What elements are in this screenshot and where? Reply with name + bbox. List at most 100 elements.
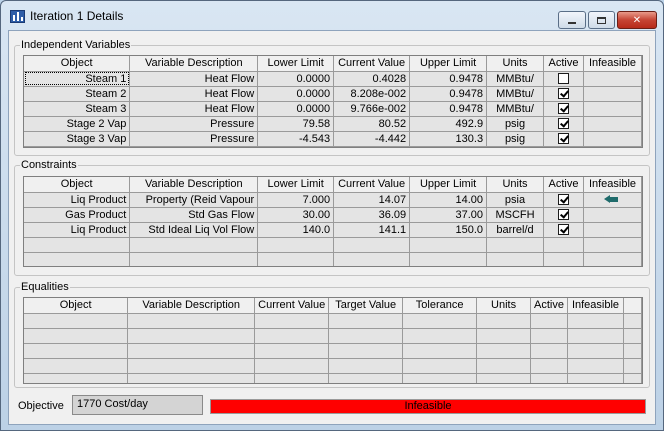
object-cell[interactable]: Gas Product <box>24 207 131 223</box>
table-row[interactable]: Liq Product Property (Reid Vapour 7.000 … <box>24 192 642 208</box>
object-cell[interactable]: Steam 2 <box>24 86 131 102</box>
table-row[interactable]: Gas Product Std Gas Flow 30.00 36.09 37.… <box>24 207 642 223</box>
upper-limit-cell[interactable]: 150.0 <box>409 222 488 238</box>
column-header-tolerance[interactable]: Tolerance <box>402 298 478 314</box>
active-cell[interactable] <box>543 222 584 238</box>
active-cell[interactable] <box>543 101 584 117</box>
objective-label: Objective <box>18 400 64 412</box>
lower-limit-cell[interactable]: 79.58 <box>257 116 335 132</box>
column-header-units[interactable]: Units <box>486 56 544 72</box>
units-cell: MMBtu/ <box>486 86 544 102</box>
equalities-legend: Equalities <box>20 280 70 294</box>
object-cell[interactable]: Stage 3 Vap <box>24 131 131 147</box>
upper-limit-cell[interactable]: 0.9478 <box>409 101 488 117</box>
active-checkbox[interactable] <box>557 194 569 206</box>
column-header-units[interactable]: Units <box>486 177 544 193</box>
current-value-cell: -4.442 <box>333 131 411 147</box>
equalities-grid[interactable]: Object Variable Description Current Valu… <box>23 297 643 384</box>
table-row[interactable]: Stage 2 Vap Pressure 79.58 80.52 492.9 p… <box>24 116 642 132</box>
empty-table-row <box>24 343 642 359</box>
upper-limit-cell[interactable]: 0.9478 <box>409 71 488 87</box>
title-bar[interactable]: Iteration 1 Details ✕ <box>1 1 663 29</box>
constraints-group: Constraints Object Variable Description … <box>14 158 650 276</box>
minimize-button[interactable] <box>558 11 586 29</box>
empty-table-row <box>24 313 642 329</box>
active-cell[interactable] <box>543 116 584 132</box>
maximize-button[interactable] <box>588 11 615 29</box>
active-checkbox[interactable] <box>557 209 569 221</box>
column-header-active[interactable]: Active <box>543 177 584 193</box>
column-header-lower-limit[interactable]: Lower Limit <box>257 177 335 193</box>
close-button[interactable]: ✕ <box>617 11 657 29</box>
table-row[interactable]: Steam 3 Heat Flow 0.0000 9.766e-002 0.94… <box>24 101 642 117</box>
upper-limit-cell[interactable]: 37.00 <box>409 207 488 223</box>
column-header-object[interactable]: Object <box>24 177 131 193</box>
description-cell: Std Ideal Liq Vol Flow <box>129 222 259 238</box>
upper-limit-cell[interactable]: 492.9 <box>409 116 488 132</box>
column-header-object[interactable]: Object <box>24 56 131 72</box>
units-cell: MMBtu/ <box>486 71 544 87</box>
active-checkbox[interactable] <box>557 103 569 115</box>
column-header-infeasible[interactable]: Infeasible <box>583 177 642 193</box>
lower-limit-cell[interactable]: 0.0000 <box>257 86 335 102</box>
table-row[interactable]: Stage 3 Vap Pressure -4.543 -4.442 130.3… <box>24 131 642 147</box>
object-cell[interactable]: Liq Product <box>24 222 131 238</box>
active-cell[interactable] <box>543 86 584 102</box>
upper-limit-cell[interactable]: 14.00 <box>409 192 488 208</box>
column-header-upper-limit[interactable]: Upper Limit <box>409 177 488 193</box>
units-cell: barrel/d <box>486 222 544 238</box>
column-header-variable-description[interactable]: Variable Description <box>129 177 259 193</box>
units-cell: psig <box>486 131 544 147</box>
current-value-cell: 0.4028 <box>333 71 411 87</box>
column-header-variable-description[interactable]: Variable Description <box>127 298 256 314</box>
constraints-table: Object Variable Description Lower Limit … <box>24 177 642 266</box>
upper-limit-cell[interactable]: 0.9478 <box>409 86 488 102</box>
table-row[interactable]: Liq Product Std Ideal Liq Vol Flow 140.0… <box>24 222 642 238</box>
description-cell: Std Gas Flow <box>129 207 259 223</box>
current-value-cell: 80.52 <box>333 116 411 132</box>
column-header-target-value[interactable]: Target Value <box>328 298 404 314</box>
column-header-variable-description[interactable]: Variable Description <box>129 56 259 72</box>
object-cell[interactable]: Liq Product <box>24 192 131 208</box>
current-value-cell: 14.07 <box>333 192 411 208</box>
table-row[interactable]: Steam 1 Heat Flow 0.0000 0.4028 0.9478 M… <box>24 71 642 87</box>
column-header-units[interactable]: Units <box>476 298 532 314</box>
lower-limit-cell[interactable]: 30.00 <box>257 207 335 223</box>
constraints-legend: Constraints <box>20 158 78 172</box>
active-cell[interactable] <box>543 192 584 208</box>
lower-limit-cell[interactable]: 140.0 <box>257 222 335 238</box>
table-row[interactable]: Steam 2 Heat Flow 0.0000 8.208e-002 0.94… <box>24 86 642 102</box>
active-checkbox[interactable] <box>557 88 569 100</box>
active-cell[interactable] <box>543 207 584 223</box>
units-cell: psia <box>486 192 544 208</box>
column-header-current-value[interactable]: Current Value <box>333 177 411 193</box>
active-checkbox[interactable] <box>557 118 569 130</box>
upper-limit-cell[interactable]: 130.3 <box>409 131 488 147</box>
active-cell[interactable] <box>543 131 584 147</box>
constraints-grid[interactable]: Object Variable Description Lower Limit … <box>23 176 643 267</box>
lower-limit-cell[interactable]: 0.0000 <box>257 101 335 117</box>
lower-limit-cell[interactable]: 0.0000 <box>257 71 335 87</box>
active-checkbox[interactable] <box>557 73 569 85</box>
lower-limit-cell[interactable]: 7.000 <box>257 192 335 208</box>
column-header-object[interactable]: Object <box>24 298 129 314</box>
empty-table-row <box>24 328 642 344</box>
active-checkbox[interactable] <box>557 224 569 236</box>
column-header-lower-limit[interactable]: Lower Limit <box>257 56 335 72</box>
object-cell[interactable]: Steam 3 <box>24 101 131 117</box>
independent-variables-grid[interactable]: Object Variable Description Lower Limit … <box>23 55 643 148</box>
active-cell[interactable] <box>543 71 584 87</box>
column-header-current-value[interactable]: Current Value <box>333 56 411 72</box>
column-header-active[interactable]: Active <box>530 298 568 314</box>
object-cell[interactable]: Steam 1 <box>24 71 131 87</box>
description-cell: Heat Flow <box>129 101 259 117</box>
column-header-infeasible[interactable]: Infeasible <box>583 56 642 72</box>
column-header-active[interactable]: Active <box>543 56 584 72</box>
column-header-row: Object Variable Description Lower Limit … <box>24 56 642 72</box>
column-header-upper-limit[interactable]: Upper Limit <box>409 56 488 72</box>
active-checkbox[interactable] <box>557 133 569 145</box>
object-cell[interactable]: Stage 2 Vap <box>24 116 131 132</box>
column-header-infeasible[interactable]: Infeasible <box>567 298 624 314</box>
column-header-current-value[interactable]: Current Value <box>254 298 330 314</box>
lower-limit-cell[interactable]: -4.543 <box>257 131 335 147</box>
